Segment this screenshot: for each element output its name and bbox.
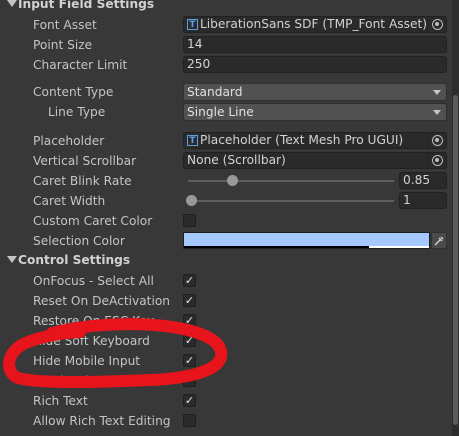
font-asset-field[interactable]: T LiberationSans SDF (TMP_Font Asset) bbox=[183, 16, 447, 33]
line-type-value: Single Line bbox=[187, 105, 254, 119]
font-asset-label: Font Asset bbox=[33, 18, 97, 32]
eyedropper-icon[interactable] bbox=[431, 232, 447, 249]
line-type-dropdown[interactable]: Single Line bbox=[183, 103, 447, 121]
vertical-scrollbar-field[interactable]: None (Scrollbar) bbox=[183, 152, 447, 169]
dropdown-arrow-icon bbox=[433, 90, 441, 95]
rich-text-row: Rich Text ✓ bbox=[0, 391, 452, 411]
restore-on-esc-key-row: Restore On ESC Key ✓ bbox=[0, 311, 452, 331]
custom-caret-color-row: Custom Caret Color bbox=[0, 211, 452, 231]
section-title: Input Field Settings bbox=[18, 0, 155, 11]
hide-mobile-input-label: Hide Mobile Input bbox=[33, 354, 141, 368]
character-limit-row: Character Limit 250 bbox=[0, 55, 452, 75]
field-separator bbox=[427, 17, 428, 32]
vertical-scrollbar-row: Vertical Scrollbar None (Scrollbar) bbox=[0, 151, 452, 171]
caret-width-label: Caret Width bbox=[33, 194, 106, 208]
restore-on-esc-key-label: Restore On ESC Key bbox=[33, 314, 155, 328]
vertical-scrollbar-label: Vertical Scrollbar bbox=[33, 154, 137, 168]
hide-soft-keyboard-label: Hide Soft Keyboard bbox=[33, 334, 150, 348]
hide-mobile-input-checkbox[interactable]: ✓ bbox=[183, 354, 196, 367]
allow-rich-text-editing-checkbox[interactable] bbox=[183, 414, 196, 427]
read-only-label: Read Only bbox=[33, 374, 96, 388]
inspector-scrollbar[interactable] bbox=[452, 0, 459, 436]
text-component-icon: T bbox=[187, 135, 198, 146]
restore-on-esc-key-checkbox[interactable]: ✓ bbox=[183, 314, 196, 327]
read-only-checkbox[interactable] bbox=[183, 374, 196, 387]
content-type-dropdown[interactable]: Standard bbox=[183, 83, 447, 101]
reset-on-deactivation-checkbox[interactable]: ✓ bbox=[183, 294, 196, 307]
selection-color-swatch[interactable] bbox=[183, 232, 430, 249]
placeholder-value: Placeholder (Text Mesh Pro UGUI) bbox=[200, 133, 404, 147]
character-limit-label: Character Limit bbox=[33, 58, 128, 72]
point-size-row: Point Size 14 bbox=[0, 35, 452, 55]
content-type-value: Standard bbox=[187, 85, 243, 99]
caret-width-slider-thumb[interactable] bbox=[186, 195, 197, 206]
line-type-label: Line Type bbox=[48, 105, 106, 119]
placeholder-field[interactable]: T Placeholder (Text Mesh Pro UGUI) bbox=[183, 132, 447, 149]
content-type-row: Content Type Standard bbox=[0, 82, 452, 102]
section-header-control-settings[interactable]: Control Settings bbox=[0, 251, 452, 271]
point-size-label: Point Size bbox=[33, 38, 93, 52]
scrollbar-thumb[interactable] bbox=[453, 95, 458, 425]
object-picker-icon[interactable] bbox=[432, 155, 443, 166]
caret-width-row: Caret Width 1 bbox=[0, 191, 452, 211]
selection-color-row: Selection Color bbox=[0, 231, 452, 251]
field-separator bbox=[427, 133, 428, 148]
caret-blink-rate-slider-thumb[interactable] bbox=[226, 175, 238, 186]
character-limit-input[interactable]: 250 bbox=[183, 56, 447, 73]
caret-width-input[interactable]: 1 bbox=[399, 192, 447, 209]
custom-caret-color-checkbox[interactable] bbox=[183, 214, 196, 227]
onfocus-select-all-checkbox[interactable]: ✓ bbox=[183, 274, 196, 287]
dropdown-arrow-icon bbox=[433, 110, 441, 115]
hide-soft-keyboard-row: Hide Soft Keyboard ✓ bbox=[0, 331, 452, 351]
custom-caret-color-label: Custom Caret Color bbox=[33, 214, 153, 228]
caret-blink-rate-input[interactable]: 0.85 bbox=[399, 172, 447, 189]
allow-rich-text-editing-row: Allow Rich Text Editing bbox=[0, 411, 452, 431]
placeholder-row: Placeholder T Placeholder (Text Mesh Pro … bbox=[0, 131, 452, 151]
onfocus-select-all-row: OnFocus - Select All ✓ bbox=[0, 271, 452, 291]
font-asset-value: LiberationSans SDF (TMP_Font Asset) bbox=[200, 17, 428, 31]
caret-blink-rate-label: Caret Blink Rate bbox=[33, 174, 132, 188]
section-title: Control Settings bbox=[18, 253, 131, 267]
onfocus-select-all-label: OnFocus - Select All bbox=[33, 274, 154, 288]
placeholder-label: Placeholder bbox=[33, 134, 105, 148]
font-asset-row: Font Asset T LiberationSans SDF (TMP_Font… bbox=[0, 15, 452, 35]
alpha-bar bbox=[184, 246, 369, 248]
point-size-input[interactable]: 14 bbox=[183, 36, 447, 53]
reset-on-deactivation-label: Reset On DeActivation bbox=[33, 294, 171, 308]
rich-text-label: Rich Text bbox=[33, 394, 88, 408]
foldout-arrow-icon[interactable] bbox=[7, 256, 17, 263]
caret-blink-rate-slider-track[interactable] bbox=[188, 180, 394, 182]
caret-width-slider-track[interactable] bbox=[188, 200, 394, 202]
text-asset-icon: T bbox=[187, 19, 198, 30]
allow-rich-text-editing-label: Allow Rich Text Editing bbox=[33, 414, 171, 428]
caret-blink-rate-row: Caret Blink Rate 0.85 bbox=[0, 171, 452, 191]
content-type-label: Content Type bbox=[33, 85, 114, 99]
object-picker-icon[interactable] bbox=[432, 135, 443, 146]
line-type-row: Line Type Single Line bbox=[0, 102, 452, 122]
alpha-bar-remainder bbox=[369, 246, 429, 248]
rich-text-checkbox[interactable]: ✓ bbox=[183, 394, 196, 407]
vertical-scrollbar-value: None (Scrollbar) bbox=[187, 153, 286, 167]
selection-color-label: Selection Color bbox=[33, 234, 125, 248]
object-picker-icon[interactable] bbox=[432, 19, 443, 30]
section-header-input-field-settings[interactable]: Input Field Settings bbox=[0, 0, 452, 15]
read-only-row: Read Only bbox=[0, 371, 452, 391]
reset-on-deactivation-row: Reset On DeActivation ✓ bbox=[0, 291, 452, 311]
foldout-arrow-icon[interactable] bbox=[7, 0, 17, 7]
hide-soft-keyboard-checkbox[interactable]: ✓ bbox=[183, 334, 196, 347]
hide-mobile-input-row: Hide Mobile Input ✓ bbox=[0, 351, 452, 371]
field-separator bbox=[427, 153, 428, 168]
